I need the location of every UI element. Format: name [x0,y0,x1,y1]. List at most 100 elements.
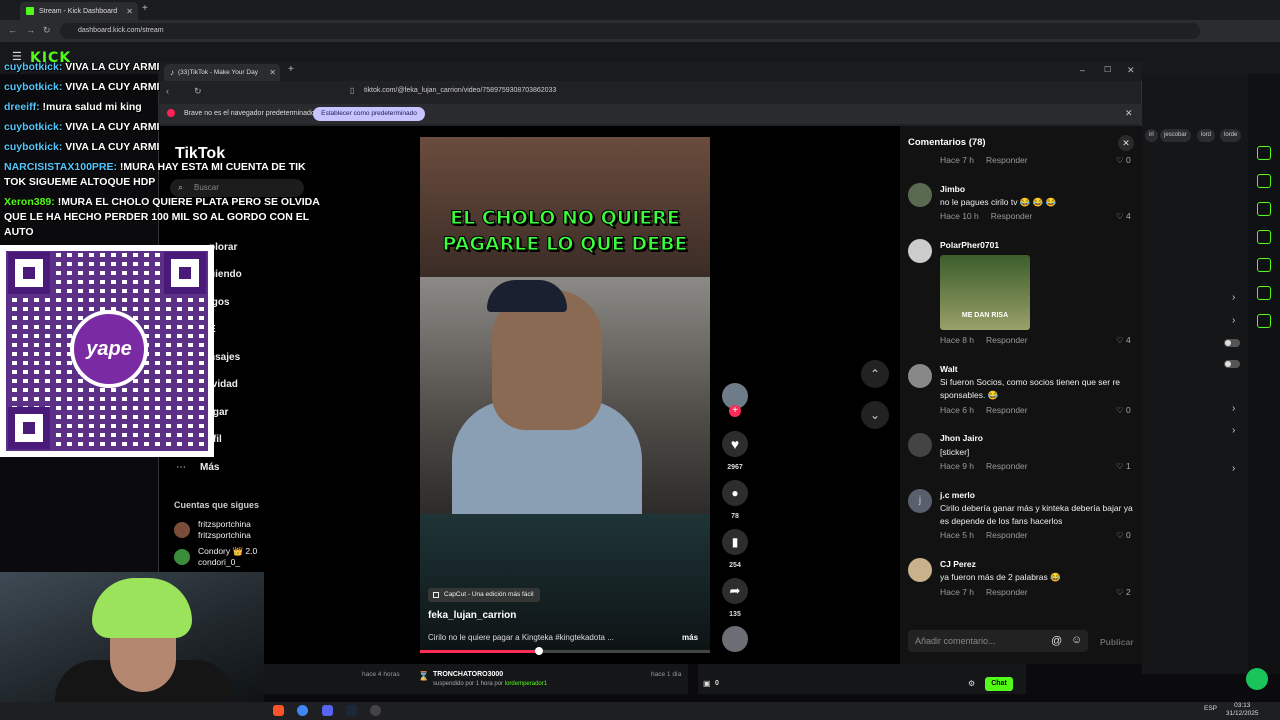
rail-layout-icon[interactable] [1257,286,1271,300]
close-tab-icon[interactable]: ✕ [269,68,276,77]
close-comments-icon[interactable]: ✕ [1118,135,1134,151]
comment-author[interactable]: j.c merlo [940,490,975,500]
reply-link[interactable]: Responder [986,587,1028,597]
previous-video-button[interactable]: ⌃ [861,360,889,388]
like-heart-icon[interactable]: ♥ [722,431,748,457]
outer-address-bar[interactable]: dashboard.kick.com/stream [60,23,1200,39]
chevron-right-icon[interactable]: › [1232,463,1235,474]
share-icon[interactable]: ➦ [722,578,748,604]
comment-author[interactable]: CJ Perez [940,559,976,569]
reply-link[interactable]: Responder [991,211,1033,221]
bookmark-icon[interactable]: ▮ [722,529,748,555]
reply-link[interactable]: Responder [986,405,1028,415]
comment-like[interactable]: ♡ 4 [1116,335,1131,346]
back-icon[interactable]: ← [8,25,17,35]
emoji-icon[interactable]: ☺ [1071,634,1082,646]
comment-icon[interactable]: ● [722,480,748,506]
toggle-switch[interactable] [1224,360,1240,368]
comment-like[interactable]: ♡ 0 [1116,530,1131,541]
chevron-right-icon[interactable]: › [1232,403,1235,414]
rail-card-icon[interactable] [1257,202,1271,216]
rail-wrench-icon[interactable] [1257,314,1271,328]
reply-link[interactable]: Responder [986,335,1028,345]
avatar[interactable] [908,183,932,207]
avatar[interactable] [174,549,190,565]
minimize-icon[interactable]: – [1080,65,1085,75]
rail-chat-icon[interactable] [1257,230,1271,244]
tiktok-nav-more[interactable]: Más [200,462,219,473]
reply-link[interactable]: Responder [986,155,1028,165]
inner-tab-tiktok[interactable]: ♪ (33)TikTok - Make Your Day ✕ [164,64,280,81]
back-icon[interactable]: ‹ [166,86,169,96]
settings-gear-icon[interactable]: ⚙ [968,679,975,688]
chat-send-button[interactable]: Chat [985,677,1013,691]
close-tab-icon[interactable]: ✕ [126,7,133,16]
avatar[interactable] [908,433,932,457]
comment-like[interactable]: ♡ 2 [1116,587,1131,598]
rail-lightning-icon[interactable] [1257,174,1271,188]
capcut-badge[interactable]: CapCut - Una edición más fácil [428,588,540,602]
publish-button[interactable]: Publicar [1100,637,1134,647]
set-default-button[interactable]: Establecer como predeterminado [313,107,425,121]
discord-taskbar-icon[interactable] [322,705,333,716]
bookmark-icon[interactable]: ▯ [350,86,354,95]
outer-tab-kick-dashboard[interactable]: Stream - Kick Dashboard ✕ [20,2,138,20]
rail-widget-icon[interactable] [1257,146,1271,160]
avatar[interactable]: j [908,489,932,513]
close-window-icon[interactable]: ✕ [1127,65,1135,76]
activity-moderator[interactable]: lordemperador1 [505,681,547,687]
tag-chip[interactable]: lorde [1220,129,1242,142]
chevron-right-icon[interactable]: › [1232,292,1235,303]
obs-taskbar-icon[interactable] [370,705,381,716]
reload-icon[interactable]: ↻ [43,25,51,36]
close-notice-icon[interactable]: ✕ [1125,108,1133,119]
activity-user[interactable]: TRONCHATORO3000 [433,671,503,678]
language-indicator[interactable]: ESP [1204,705,1217,712]
follow-plus-icon[interactable]: + [729,405,741,417]
chevron-right-icon[interactable]: › [1232,425,1235,436]
comment-text: [sticker] [940,447,970,457]
toggle-switch[interactable] [1224,339,1240,347]
brave-taskbar-icon[interactable] [273,705,284,716]
reply-link[interactable]: Responder [986,461,1028,471]
chrome-taskbar-icon[interactable] [297,705,308,716]
outer-tab-strip [0,0,1280,20]
tag-chip[interactable]: jescobar [1160,129,1191,142]
taskbar-clock[interactable]: 03:13 31/12/2025 [1226,702,1259,718]
avatar[interactable] [908,239,932,263]
tiktok-search-input[interactable]: Buscar [170,179,304,197]
comment-like[interactable]: ♡ 4 [1116,211,1131,222]
avatar[interactable] [908,364,932,388]
followed-account[interactable]: Condory 👑 2.0 condori_0_ [198,546,257,568]
tag-chip[interactable]: lord [1197,129,1216,142]
music-disc-avatar[interactable] [722,626,748,652]
comment-like[interactable]: ♡ 0 [1116,155,1131,166]
reload-icon[interactable]: ↻ [194,86,202,97]
comment-author[interactable]: PolarPher0701 [940,240,999,250]
comment-author[interactable]: Walt [940,364,958,374]
inner-address-bar[interactable]: tiktok.com/@feka_lujan_carrion/video/758… [364,84,914,98]
mention-icon[interactable]: @ [1051,635,1062,647]
video-author[interactable]: feka_lujan_carrion [428,610,516,621]
avatar[interactable] [174,522,190,538]
followed-account[interactable]: fritzsportchina fritzsportchina [198,519,251,541]
forward-icon[interactable]: → [26,25,35,35]
support-chat-icon[interactable] [1246,668,1268,690]
comment-like[interactable]: ♡ 1 [1116,461,1131,472]
tag-chip[interactable]: irl [1145,129,1158,142]
new-tab-icon[interactable]: + [142,3,148,14]
comment-like[interactable]: ♡ 0 [1116,405,1131,416]
steam-taskbar-icon[interactable] [346,705,357,716]
next-video-button[interactable]: ⌄ [861,401,889,429]
new-tab-icon[interactable]: + [288,64,294,75]
comment-author[interactable]: Jhon Jairo [940,433,983,443]
video-progress-handle[interactable] [534,647,543,655]
description-more-link[interactable]: más [682,633,698,642]
maximize-icon[interactable]: ☐ [1104,65,1111,74]
chevron-right-icon[interactable]: › [1232,315,1235,326]
avatar[interactable] [908,558,932,582]
comment-image[interactable]: ME DAN RISA [940,255,1030,330]
rail-link-icon[interactable] [1257,258,1271,272]
reply-link[interactable]: Responder [986,530,1028,540]
comment-author[interactable]: Jimbo [940,184,965,194]
